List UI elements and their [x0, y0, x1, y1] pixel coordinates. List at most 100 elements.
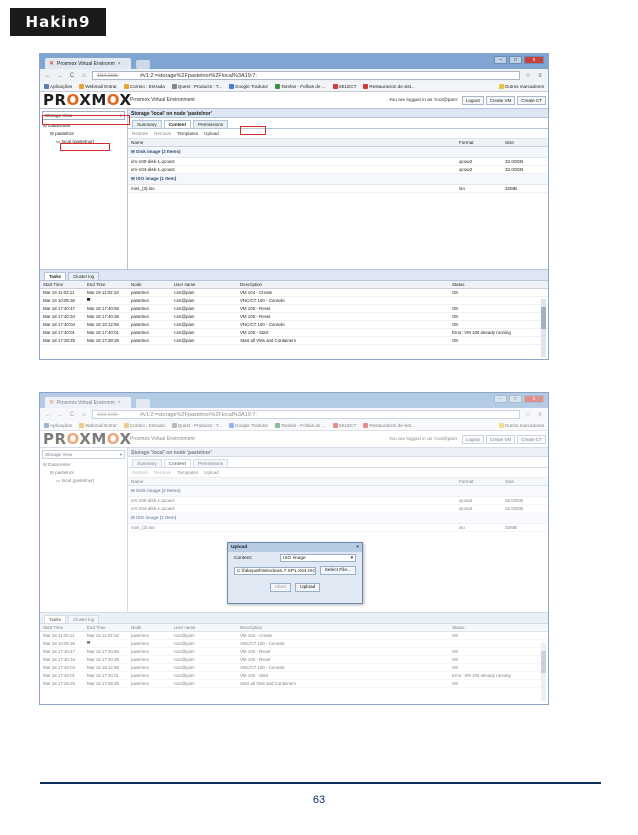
- tab-tasks[interactable]: Tasks: [44, 272, 67, 280]
- tree-node-pastelnor[interactable]: ⊟ pastelnor: [40, 469, 127, 477]
- col-size[interactable]: Size: [505, 479, 545, 484]
- browser-tab[interactable]: ✕ Proxmox Virtual Environm ×: [44, 57, 132, 69]
- remove-button[interactable]: Remove: [154, 470, 171, 475]
- group-iso-image[interactable]: ⊟ ISO image (1 Item): [128, 174, 548, 185]
- create-ct-button[interactable]: Create CT: [517, 434, 546, 444]
- create-vm-button[interactable]: Create VM: [485, 95, 516, 105]
- tab-close-icon[interactable]: ×: [118, 400, 121, 406]
- bookmark-select[interactable]: SELECT: [332, 423, 356, 429]
- bookmark-correio[interactable]: Correio : Entrada: [123, 84, 165, 90]
- bookmark-webmail[interactable]: Webmail Entrar: [79, 84, 117, 90]
- table-row[interactable]: Mar 18 17:40:34 Mar 18 17:40:36 pastelnor r…: [40, 656, 548, 664]
- table-row[interactable]: vm-104-disk-1.qcow2 qcow2 32.00GB: [128, 166, 548, 174]
- tab-cluster-log[interactable]: Cluster log: [68, 615, 100, 623]
- content-select[interactable]: ISO image ▾: [280, 554, 356, 562]
- view-selector[interactable]: Storage View ▾: [42, 450, 125, 459]
- reload-icon[interactable]: C: [68, 412, 76, 418]
- forward-icon[interactable]: →: [56, 73, 64, 79]
- upload-button[interactable]: Upload: [204, 470, 219, 475]
- menu-icon[interactable]: ≡: [536, 412, 544, 418]
- create-ct-button[interactable]: Create CT: [517, 95, 546, 105]
- table-row[interactable]: Mar 18 17:40:01 Mar 18 17:40:01 pastelnor r…: [40, 672, 548, 680]
- col-format[interactable]: Format: [459, 140, 505, 145]
- tab-tasks[interactable]: Tasks: [44, 615, 67, 623]
- close-icon[interactable]: ×: [356, 545, 359, 550]
- col-size[interactable]: Size: [505, 140, 545, 145]
- new-tab-button[interactable]: [136, 399, 150, 408]
- abort-button[interactable]: Abort: [269, 583, 292, 592]
- tab-close-icon[interactable]: ×: [118, 61, 121, 67]
- remove-button[interactable]: Remove: [154, 131, 171, 136]
- forward-icon[interactable]: →: [56, 412, 64, 418]
- create-vm-button[interactable]: Create VM: [485, 434, 516, 444]
- tab-content[interactable]: Content: [163, 120, 192, 128]
- group-disk-image[interactable]: ⊟ Disk image (2 Items): [128, 486, 548, 497]
- col-name[interactable]: Name: [131, 140, 459, 145]
- table-row[interactable]: vm-104-disk-1.qcow2 qcow2 32.00GB: [128, 505, 548, 513]
- close-window-button[interactable]: x: [524, 56, 544, 64]
- tree-datacenter[interactable]: ⊟ Datacenter: [40, 461, 127, 469]
- file-path-field[interactable]: C:\fakepath\Windows.7.SP1.X64.ISO: [234, 566, 316, 575]
- bookmark-tarefas[interactable]: Tarefas - Folhas de ...: [275, 84, 326, 90]
- bookmark-correio[interactable]: Correio : Entrada: [123, 423, 165, 429]
- logout-button[interactable]: Logout: [461, 95, 484, 105]
- tab-permissions[interactable]: Permissions: [193, 120, 229, 128]
- tree-node-pastelnor[interactable]: ⊟ pastelnor: [40, 130, 127, 138]
- restore-button[interactable]: Restore: [132, 131, 148, 136]
- select-file-button[interactable]: Select File...: [319, 566, 356, 575]
- bookmark-google-translate[interactable]: Google Tradutor: [228, 84, 268, 90]
- tasks-scrollbar[interactable]: [541, 643, 546, 701]
- back-icon[interactable]: ←: [44, 73, 52, 79]
- upload-submit-button[interactable]: Upload: [295, 583, 321, 592]
- address-bar[interactable]: 192.168. #v1:2:=storage%2Fpastelnor%2Flo…: [92, 410, 520, 419]
- table-row[interactable]: Mar 19 10:05:36 ▀ pastelnor root@pam VNC/CT …: [40, 640, 548, 648]
- bookmark-restauracion[interactable]: Restauracion de sist...: [363, 84, 415, 90]
- table-row[interactable]: Mar 19 10:05:36 ▀ pastelnor root@pam VNC/CT …: [40, 297, 548, 305]
- tab-permissions[interactable]: Permissions: [193, 459, 229, 467]
- table-row[interactable]: Mar 18 17:40:34 Mar 18 17:40:36 pastelnor r…: [40, 313, 548, 321]
- table-row[interactable]: Mar 18 17:28:25 Mar 18 17:28:25 pastelnor r…: [40, 680, 548, 688]
- bookmark-other[interactable]: Outros marcadores: [498, 84, 544, 90]
- home-icon[interactable]: ⌂: [80, 73, 88, 79]
- bookmark-apps[interactable]: Aplicações: [44, 423, 72, 429]
- col-name[interactable]: Name: [131, 479, 459, 484]
- browser-tab[interactable]: ✕ Proxmox Virtual Environm ×: [44, 396, 132, 408]
- group-disk-image[interactable]: ⊟ Disk image (2 Items): [128, 147, 548, 158]
- bookmark-select[interactable]: SELECT: [332, 84, 356, 90]
- templates-button[interactable]: Templates: [177, 131, 198, 136]
- table-row[interactable]: Mar 18 17:40:04 Mar 18 18:12:56 pastelnor r…: [40, 321, 548, 329]
- table-row[interactable]: Mar 19 11:02:11 Mar 19 11:02:18 pastelnor r…: [40, 289, 548, 297]
- minimize-button[interactable]: –: [494, 395, 507, 403]
- col-format[interactable]: Format: [459, 479, 505, 484]
- bookmark-apps[interactable]: Aplicações: [44, 84, 72, 90]
- tab-summary[interactable]: Summary: [132, 459, 162, 467]
- bookmark-other[interactable]: Outros marcadores: [498, 423, 544, 429]
- new-tab-button[interactable]: [136, 60, 150, 69]
- table-row[interactable]: Mar 18 17:40:01 Mar 18 17:40:01 pastelnor r…: [40, 329, 548, 337]
- table-row[interactable]: Mar 18 17:28:25 Mar 18 17:28:25 pastelnor r…: [40, 337, 548, 345]
- tree-storage-local[interactable]: ▭ local (pastelnor): [40, 477, 127, 485]
- address-bar[interactable]: 192.168. #v1:2:=storage%2Fpastelnor%2Flo…: [92, 71, 520, 80]
- table-row[interactable]: Mar 18 17:40:47 Mar 18 17:40:56 pastelnor r…: [40, 648, 548, 656]
- restore-button[interactable]: Restore: [132, 470, 148, 475]
- home-icon[interactable]: ⌂: [80, 412, 88, 418]
- close-window-button[interactable]: x: [524, 395, 544, 403]
- maximize-button[interactable]: □: [509, 56, 522, 64]
- table-row[interactable]: mini_(3).iso iso 32MB: [128, 185, 548, 193]
- back-icon[interactable]: ←: [44, 412, 52, 418]
- table-row[interactable]: Mar 19 11:02:11 Mar 19 11:02:18 pastelnor r…: [40, 632, 548, 640]
- templates-button[interactable]: Templates: [177, 470, 198, 475]
- maximize-button[interactable]: □: [509, 395, 522, 403]
- bookmark-quest[interactable]: Quest : Products : T...: [171, 84, 222, 90]
- table-row[interactable]: vm-100-disk-1.qcow2 qcow2 32.00GB: [128, 158, 548, 166]
- minimize-button[interactable]: –: [494, 56, 507, 64]
- upload-button[interactable]: Upload: [204, 131, 219, 136]
- star-icon[interactable]: ☆: [524, 411, 532, 418]
- group-iso-image[interactable]: ⊟ ISO image (1 Item): [128, 513, 548, 524]
- bookmark-google-translate[interactable]: Google Tradutor: [228, 423, 268, 429]
- logout-button[interactable]: Logout: [461, 434, 484, 444]
- bookmark-quest[interactable]: Quest : Products : T...: [171, 423, 222, 429]
- table-row[interactable]: Mar 18 17:40:47 Mar 18 17:40:56 pastelnor r…: [40, 305, 548, 313]
- bookmark-tarefas[interactable]: Tarefas - Folhas de ...: [275, 423, 326, 429]
- tab-content[interactable]: Content: [163, 459, 192, 467]
